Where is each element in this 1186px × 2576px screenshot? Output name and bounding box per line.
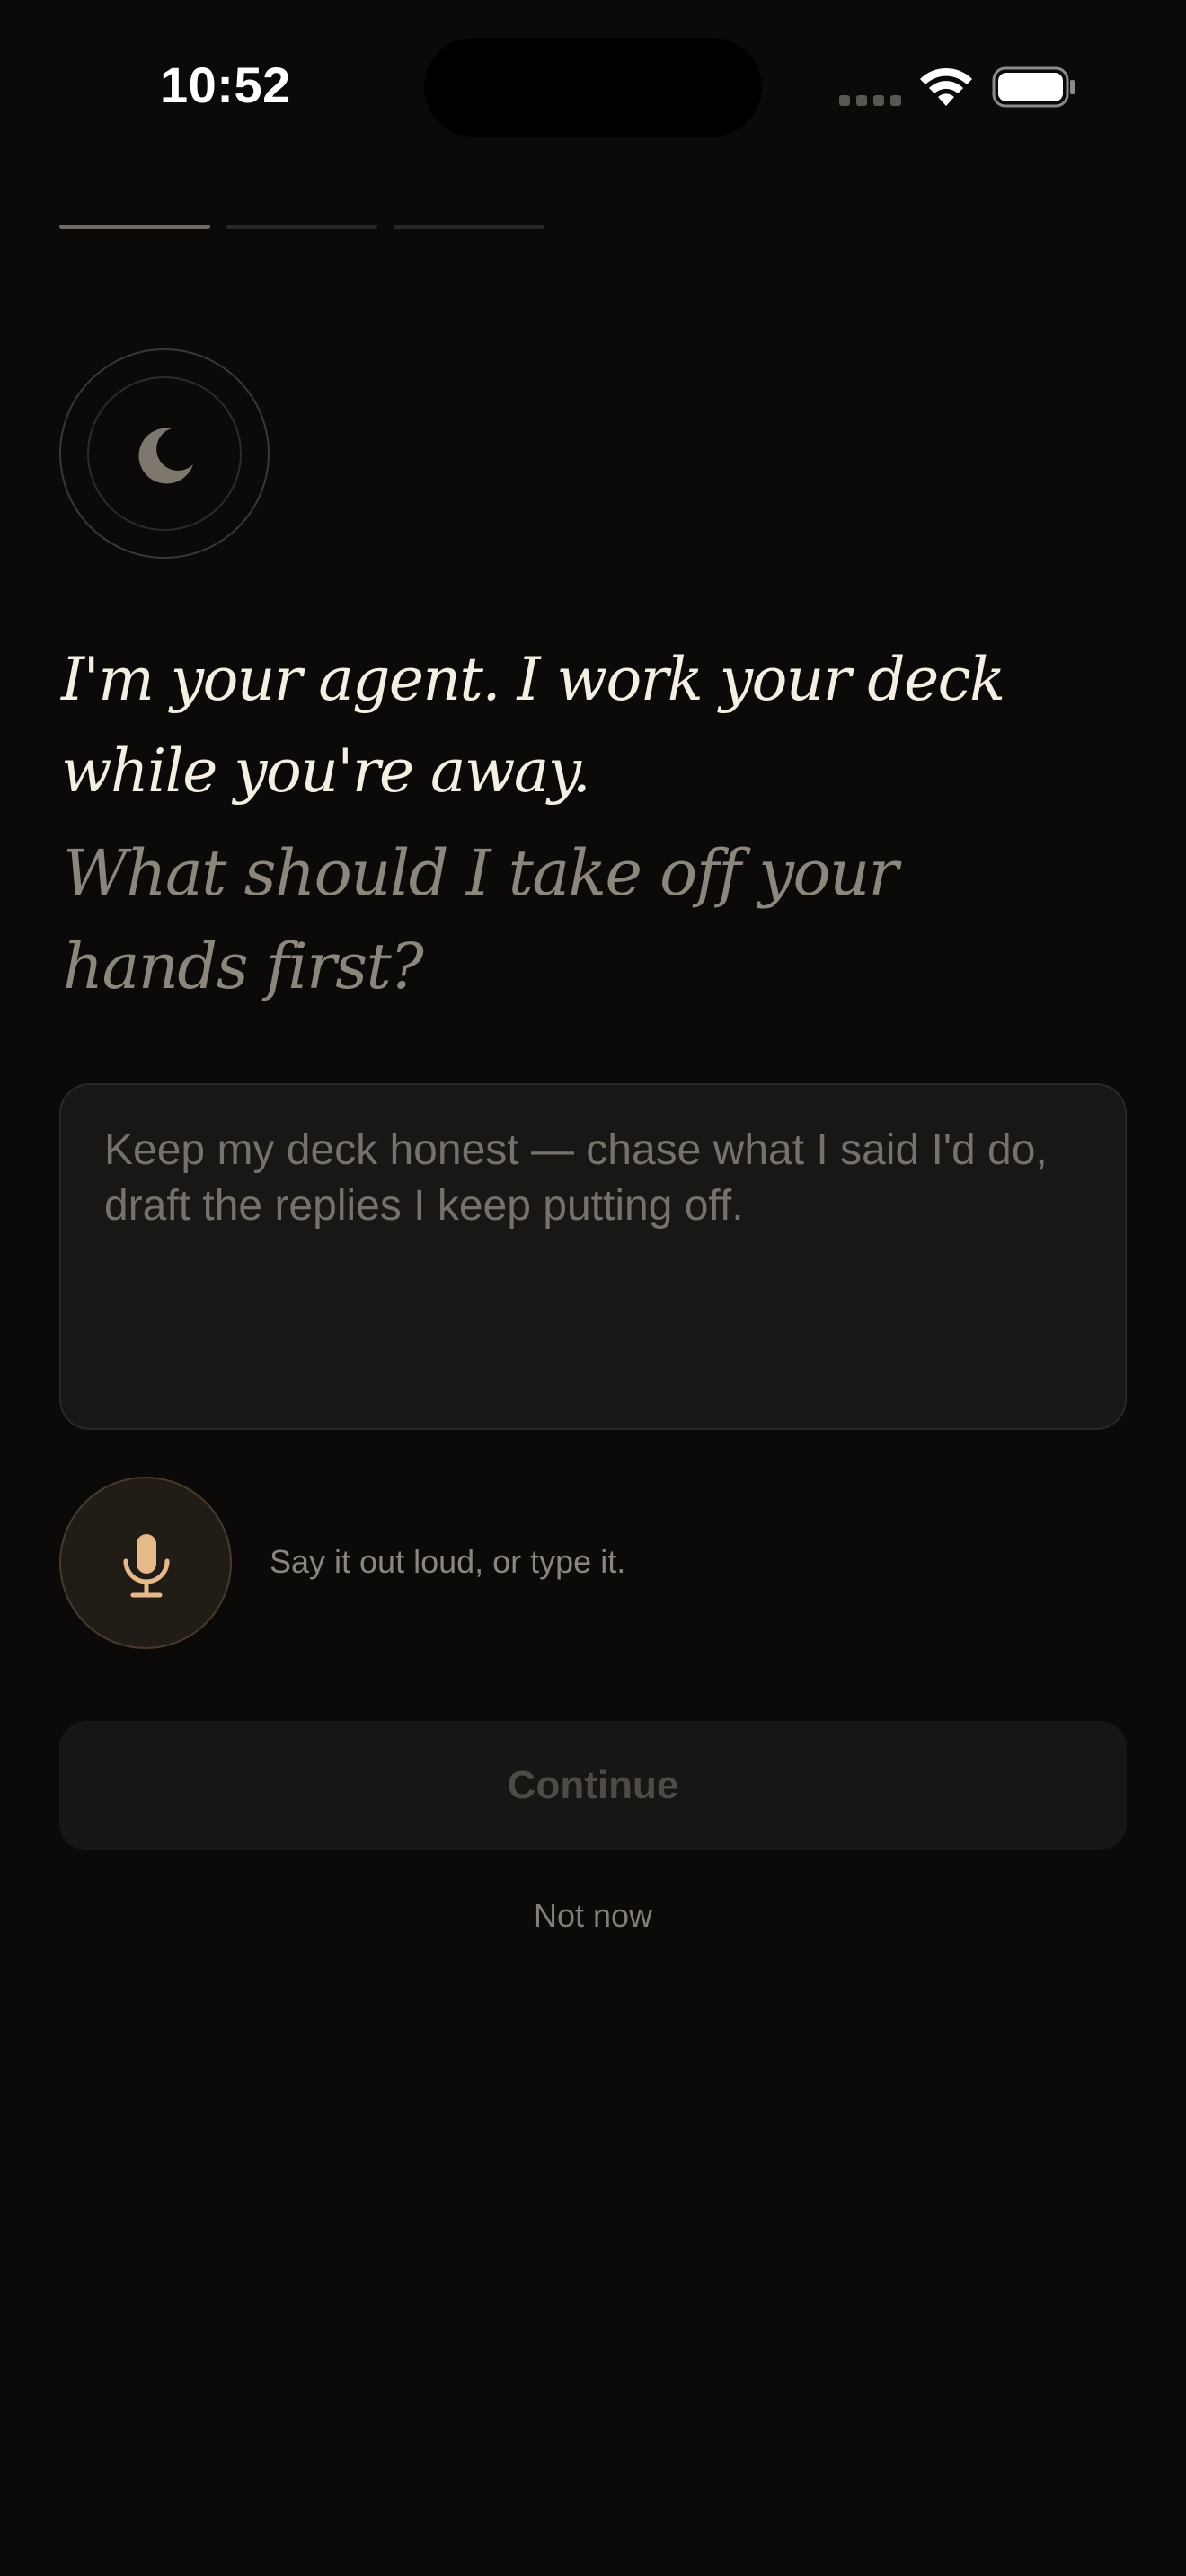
not-now-link[interactable]: Not now [0, 1897, 1186, 1935]
cellular-signal-icon [839, 90, 902, 106]
onboarding-progress [59, 225, 544, 229]
subheadline: What should I take off your hands first? [63, 836, 898, 1003]
continue-button[interactable]: Continue [59, 1721, 1127, 1850]
microphone-hint: Say it out loud, or type it. [270, 1543, 626, 1580]
moon-icon [138, 428, 193, 484]
agent-emblem-inner-ring [87, 376, 242, 531]
agent-emblem [59, 348, 270, 559]
progress-step-2 [226, 225, 377, 229]
wifi-icon [920, 67, 972, 106]
battery-icon [992, 66, 1075, 108]
status-time: 10:52 [160, 57, 291, 113]
progress-step-1 [59, 225, 210, 229]
headline: I'm your agent. I work your deck while y… [61, 645, 1005, 806]
dynamic-island [424, 38, 762, 137]
goal-input-placeholder: Keep my deck honest — chase what I said … [104, 1126, 1048, 1230]
progress-step-3 [394, 225, 544, 229]
microphone-icon [123, 1534, 170, 1598]
goal-input[interactable]: Keep my deck honest — chase what I said … [59, 1083, 1127, 1430]
microphone-button[interactable] [59, 1477, 232, 1649]
